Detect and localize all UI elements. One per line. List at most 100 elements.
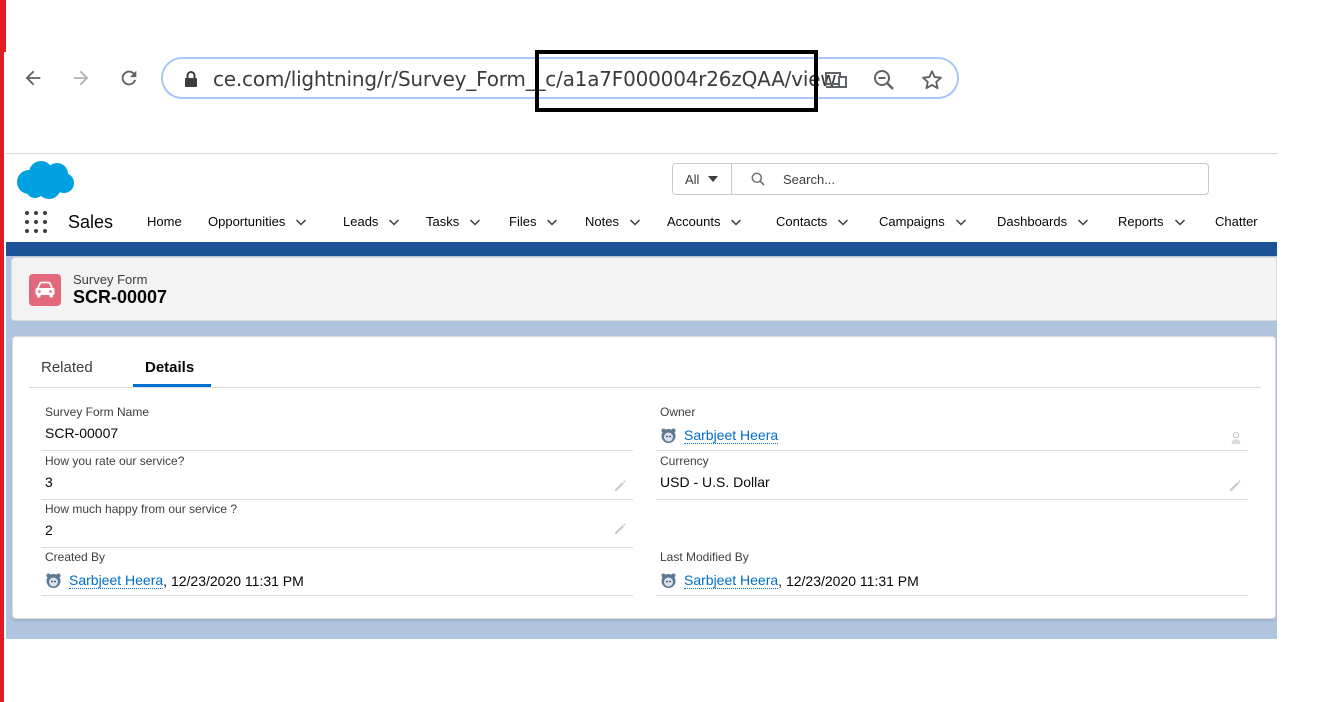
nav-item-dashboards[interactable]: Dashboards	[997, 214, 1089, 229]
tab-details[interactable]: Details	[145, 359, 194, 376]
window-edge	[0, 0, 4, 702]
nav-item-label: Tasks	[426, 214, 460, 229]
nav-item-label: Contacts	[776, 214, 828, 229]
field-value: Sarbjeet Heera , 12/23/2020 11:31 PM	[45, 572, 304, 589]
arrow-left-icon	[25, 70, 41, 86]
waffle-dot-icon	[43, 229, 47, 233]
nav-item-label: Opportunities	[208, 214, 286, 229]
nav-item-chatter[interactable]: Chatter	[1215, 214, 1258, 229]
waffle-dot-icon	[43, 211, 47, 215]
field-label: Created By	[45, 550, 106, 564]
last-modified-date: , 12/23/2020 11:31 PM	[778, 572, 919, 589]
edit-pencil-icon[interactable]	[613, 479, 627, 493]
chevron-down-icon[interactable]	[1174, 216, 1186, 228]
arrow-right-icon	[73, 70, 89, 86]
avatar	[661, 428, 676, 443]
waffle-dot-icon	[34, 229, 38, 233]
bookmark-button[interactable]	[919, 67, 945, 93]
field-label: Last Modified By	[660, 550, 749, 564]
app-launcher-button[interactable]	[25, 211, 47, 233]
brand-band	[6, 242, 1277, 256]
chevron-down-icon[interactable]	[730, 216, 742, 228]
salesforce-logo[interactable]	[15, 158, 75, 200]
nav-item-leads[interactable]: Leads	[343, 214, 400, 229]
waffle-dot-icon	[43, 220, 47, 224]
created-date: , 12/23/2020 11:31 PM	[163, 572, 304, 589]
field-created-by: Created By Sarbjeet Heera , 12/23/2020 1…	[41, 550, 633, 596]
nav-item-files[interactable]: Files	[509, 214, 558, 229]
zoom-button[interactable]	[871, 67, 897, 93]
record-title: SCR-00007	[73, 287, 168, 307]
record-header: Survey Form SCR-00007	[11, 257, 1277, 321]
tab-related[interactable]: Related	[41, 359, 93, 376]
owner-link[interactable]: Sarbjeet Heera	[684, 427, 779, 444]
lock-icon	[185, 71, 197, 87]
waffle-dot-icon	[34, 220, 38, 224]
record-object-label: Survey Form	[73, 272, 148, 287]
waffle-dot-icon	[25, 220, 29, 224]
field-label: Owner	[660, 405, 696, 419]
nav-item-label: Leads	[343, 214, 379, 229]
nav-item-label: Files	[509, 214, 537, 229]
app-name: Sales	[68, 212, 114, 232]
chevron-down-icon[interactable]	[469, 216, 481, 228]
field-rate-service: How you rate our service? 3	[41, 454, 633, 500]
field-value: Sarbjeet Heera	[660, 427, 779, 444]
edit-pencil-icon[interactable]	[1228, 479, 1242, 493]
record-details-card: Related Details Survey Form Name SCR-000…	[12, 336, 1276, 619]
nav-item-opportunities[interactable]: Opportunities	[208, 214, 307, 229]
field-value: 2	[45, 522, 53, 538]
nav-item-campaigns[interactable]: Campaigns	[879, 214, 967, 229]
waffle-dot-icon	[25, 229, 29, 233]
avatar	[661, 573, 676, 588]
car-icon	[35, 281, 55, 298]
field-last-modified-by: Last Modified By Sarbjeet Heera , 12/23/…	[656, 550, 1248, 596]
chevron-down-icon[interactable]	[295, 216, 307, 228]
chevron-down-icon[interactable]	[837, 216, 849, 228]
chevron-down-icon[interactable]	[955, 216, 967, 228]
search-scope-dropdown[interactable]: All	[673, 164, 732, 194]
chevron-down-icon[interactable]	[546, 216, 558, 228]
field-label: How much happy from our service ?	[45, 502, 238, 516]
waffle-dot-icon	[25, 211, 29, 215]
search-input[interactable]	[783, 170, 1183, 188]
search-icon	[751, 172, 765, 186]
last-modified-user-link[interactable]: Sarbjeet Heera	[684, 572, 779, 589]
change-owner-icon[interactable]	[1230, 431, 1242, 445]
waffle-dot-icon	[34, 211, 38, 215]
field-value: SCR-00007	[45, 425, 119, 441]
back-button[interactable]	[17, 62, 49, 94]
record-icon	[29, 274, 61, 306]
nav-item-label: Dashboards	[997, 214, 1068, 229]
avatar	[46, 573, 61, 588]
nav-item-contacts[interactable]: Contacts	[776, 214, 849, 229]
field-label: Survey Form Name	[45, 405, 150, 419]
nav-item-reports[interactable]: Reports	[1118, 214, 1186, 229]
field-owner: Owner Sarbjeet Heera	[656, 405, 1248, 451]
chevron-down-icon[interactable]	[629, 216, 641, 228]
global-search: All	[672, 163, 1209, 195]
chevron-down-icon[interactable]	[1077, 216, 1089, 228]
field-survey-form-name: Survey Form Name SCR-00007	[41, 405, 633, 451]
field-currency: Currency USD - U.S. Dollar	[656, 454, 1248, 500]
tabs-divider	[29, 387, 1261, 388]
field-value: Sarbjeet Heera , 12/23/2020 11:31 PM	[660, 572, 919, 589]
nav-item-accounts[interactable]: Accounts	[667, 214, 742, 229]
reload-button[interactable]	[113, 62, 145, 94]
forward-button[interactable]	[65, 62, 97, 94]
nav-item-label: Reports	[1118, 214, 1164, 229]
nav-item-tasks[interactable]: Tasks	[426, 214, 481, 229]
nav-item-home[interactable]: Home	[147, 214, 182, 229]
chevron-down-icon[interactable]	[388, 216, 400, 228]
nav-item-label: Chatter	[1215, 214, 1258, 229]
nav-item-label: Campaigns	[879, 214, 945, 229]
field-label: Currency	[660, 454, 709, 468]
nav-item-label: Accounts	[667, 214, 721, 229]
star-icon	[922, 70, 942, 90]
nav-item-notes[interactable]: Notes	[585, 214, 641, 229]
created-by-user-link[interactable]: Sarbjeet Heera	[69, 572, 164, 589]
field-value: 3	[45, 474, 53, 490]
edit-pencil-icon[interactable]	[613, 522, 627, 536]
field-label: How you rate our service?	[45, 454, 185, 468]
install-app-button[interactable]	[823, 67, 849, 93]
